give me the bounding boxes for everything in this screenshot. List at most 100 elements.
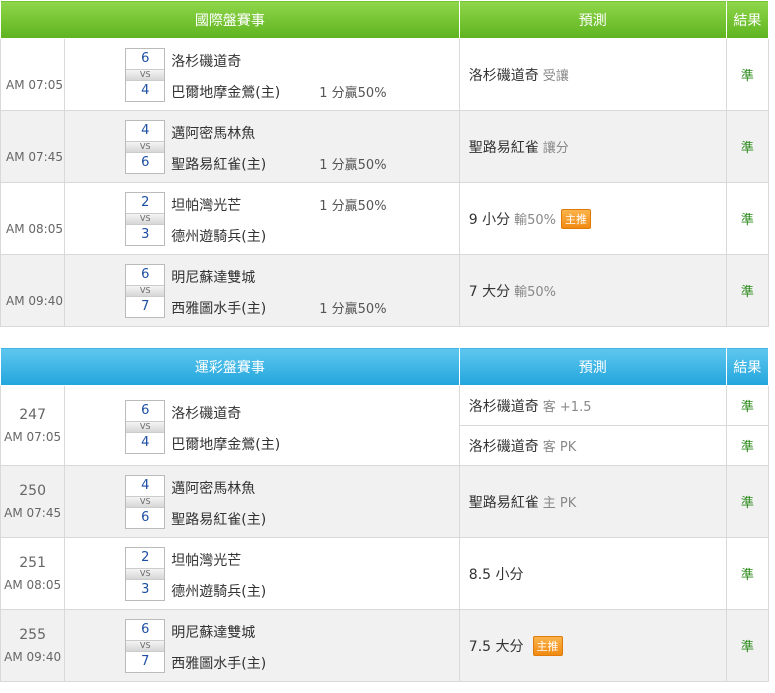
prediction-cell: 7.5 大分 主推 [458, 609, 727, 682]
match-time: AM 07:45 [4, 506, 62, 520]
prediction: 洛杉磯道奇 [468, 398, 539, 415]
prediction-note: 客 +1.5 [542, 399, 592, 415]
scoreboard: 6 VS 4 [125, 400, 166, 454]
intl-header-pred: 預測 [458, 0, 727, 39]
vs-label: VS [126, 285, 165, 297]
table-row: AM 07:45 4 VS 6 邁阿密馬林魚 聖路易紅雀(主) 1 分贏50% … [0, 110, 770, 183]
prediction: 聖路易紅雀 [468, 139, 539, 156]
match-cell: 4 VS 6 邁阿密馬林魚 聖路易紅雀(主) 1 分贏50% [64, 110, 460, 183]
prediction-note: 客 PK [542, 439, 577, 455]
away-score: 2 [141, 550, 150, 565]
away-team: 明尼蘇達雙城 [171, 625, 256, 641]
away-score: 6 [141, 267, 150, 282]
match-cell: 6 VS 7 明尼蘇達雙城 西雅圖水手(主) [64, 609, 460, 682]
vs-label: VS [126, 640, 165, 652]
home-score: 3 [141, 227, 150, 242]
home-team: 西雅圖水手(主) [171, 301, 267, 317]
home-pct: 1 分贏50% [319, 158, 387, 173]
home-score: 6 [141, 510, 150, 525]
result-cell: 準 [725, 182, 770, 255]
vs-label: VS [126, 568, 165, 580]
home-score: 7 [141, 654, 150, 669]
away-score: 4 [141, 478, 150, 493]
vs-label: VS [126, 421, 165, 433]
match-number: 251 [19, 555, 46, 571]
home-score: 3 [141, 582, 150, 597]
table-row: AM 08:05 2 VS 3 坦帕灣光芒 德州遊騎兵(主) 1 分贏50% 9… [0, 182, 770, 255]
prediction: 洛杉磯道奇 [468, 438, 539, 455]
featured-badge: 主推 [561, 208, 592, 229]
table-row: 250 AM 07:45 4 VS 6 邁阿密馬林魚 聖路易紅雀(主) 聖路易紅雀… [0, 465, 770, 538]
scoreboard: 2 VS 3 [125, 547, 166, 601]
away-pct: 1 分贏50% [319, 199, 387, 214]
lottery-header-pred: 預測 [458, 347, 727, 386]
prediction-note: 主 PK [542, 495, 577, 511]
prediction: 聖路易紅雀 [468, 494, 539, 511]
scoreboard: 2 VS 3 [125, 192, 166, 246]
result-cell: 準 [725, 537, 770, 610]
match-cell: 6 VS 7 明尼蘇達雙城 西雅圖水手(主) 1 分贏50% [64, 254, 460, 327]
match-time-cell: 251 AM 08:05 [0, 537, 66, 610]
prediction-note: 輸50% [514, 284, 557, 300]
intl-header-match: 國際盤賽事 [0, 0, 460, 39]
table-row: AM 07:05 6 VS 4 洛杉磯道奇 巴爾地摩金鶯(主) 1 分贏50% … [0, 38, 770, 111]
prediction-cell: 8.5 小分 [458, 537, 727, 610]
prediction-cell: 聖路易紅雀主 PK [458, 465, 727, 538]
prediction: 7 大分 [468, 283, 511, 300]
home-score: 4 [141, 435, 150, 450]
home-pct: 1 分贏50% [319, 302, 387, 317]
result-cell: 準 [725, 609, 770, 682]
match-cell: 2 VS 3 坦帕灣光芒 德州遊騎兵(主) [64, 537, 460, 610]
prediction-cell: 聖路易紅雀 讓分 [458, 110, 727, 183]
intl-table: 國際盤賽事 預測 結果 AM 07:05 6 VS 4 洛杉磯道奇 巴爾地摩金鶯… [0, 0, 770, 327]
table-row: 251 AM 08:05 2 VS 3 坦帕灣光芒 德州遊騎兵(主) 8.5 小分… [0, 537, 770, 610]
away-team: 洛杉磯道奇 [171, 54, 242, 70]
intl-header-res: 結果 [725, 0, 770, 39]
match-number: 247 [19, 407, 46, 423]
lottery-header-res: 結果 [725, 347, 770, 386]
scoreboard: 4 VS 6 [125, 120, 166, 174]
prediction: 7.5 大分 [468, 638, 524, 655]
lottery-table: 運彩盤賽事 預測 結果 247 AM 07:05 6 VS 4 洛杉磯道奇 巴爾… [0, 347, 770, 682]
table-row: AM 09:40 6 VS 7 明尼蘇達雙城 西雅圖水手(主) 1 分贏50% … [0, 254, 770, 327]
prediction-cell: 洛杉磯道奇客 +1.5 [458, 385, 727, 426]
match-time: AM 07:05 [4, 430, 62, 444]
table-row: 247 AM 07:05 6 VS 4 洛杉磯道奇 巴爾地摩金鶯(主) 洛杉磯道奇… [0, 385, 770, 466]
match-time: AM 08:05 [0, 182, 66, 255]
match-time: AM 08:05 [4, 578, 62, 592]
away-team: 坦帕灣光芒 [171, 198, 242, 214]
away-team: 邁阿密馬林魚 [171, 126, 256, 142]
prediction: 8.5 小分 [468, 566, 524, 583]
away-team: 坦帕灣光芒 [171, 553, 242, 569]
match-time: AM 09:40 [4, 650, 62, 664]
match-cell: 4 VS 6 邁阿密馬林魚 聖路易紅雀(主) [64, 465, 460, 538]
lottery-header-row: 運彩盤賽事 預測 結果 [0, 347, 770, 386]
away-score: 6 [141, 622, 150, 637]
match-cell: 6 VS 4 洛杉磯道奇 巴爾地摩金鶯(主) 1 分贏50% [64, 38, 460, 111]
match-number: 250 [19, 483, 46, 499]
home-team: 巴爾地摩金鶯(主) [171, 437, 281, 453]
prediction-cell: 洛杉磯道奇 受讓 [458, 38, 727, 111]
home-team: 德州遊騎兵(主) [171, 229, 267, 245]
away-team: 明尼蘇達雙城 [171, 270, 256, 286]
match-time-cell: 250 AM 07:45 [0, 465, 66, 538]
match-time-cell: 247 AM 07:05 [0, 385, 66, 466]
scoreboard: 6 VS 4 [125, 48, 166, 102]
home-team: 聖路易紅雀(主) [171, 512, 267, 528]
featured-badge: 主推 [532, 635, 563, 656]
result-cell: 準 [725, 254, 770, 327]
away-score: 6 [141, 403, 150, 418]
home-score: 4 [141, 83, 150, 98]
home-team: 巴爾地摩金鶯(主) [171, 85, 281, 101]
away-team: 邁阿密馬林魚 [171, 481, 256, 497]
prediction-cell: 9 小分 輸50% 主推 [458, 182, 727, 255]
vs-label: VS [126, 69, 165, 81]
away-score: 4 [141, 123, 150, 138]
home-team: 聖路易紅雀(主) [171, 157, 267, 173]
away-team: 洛杉磯道奇 [171, 406, 242, 422]
match-cell: 2 VS 3 坦帕灣光芒 德州遊騎兵(主) 1 分贏50% [64, 182, 460, 255]
result-cell: 準 [725, 425, 770, 466]
home-score: 6 [141, 155, 150, 170]
home-team: 西雅圖水手(主) [171, 656, 267, 672]
home-pct: 1 分贏50% [319, 86, 387, 101]
